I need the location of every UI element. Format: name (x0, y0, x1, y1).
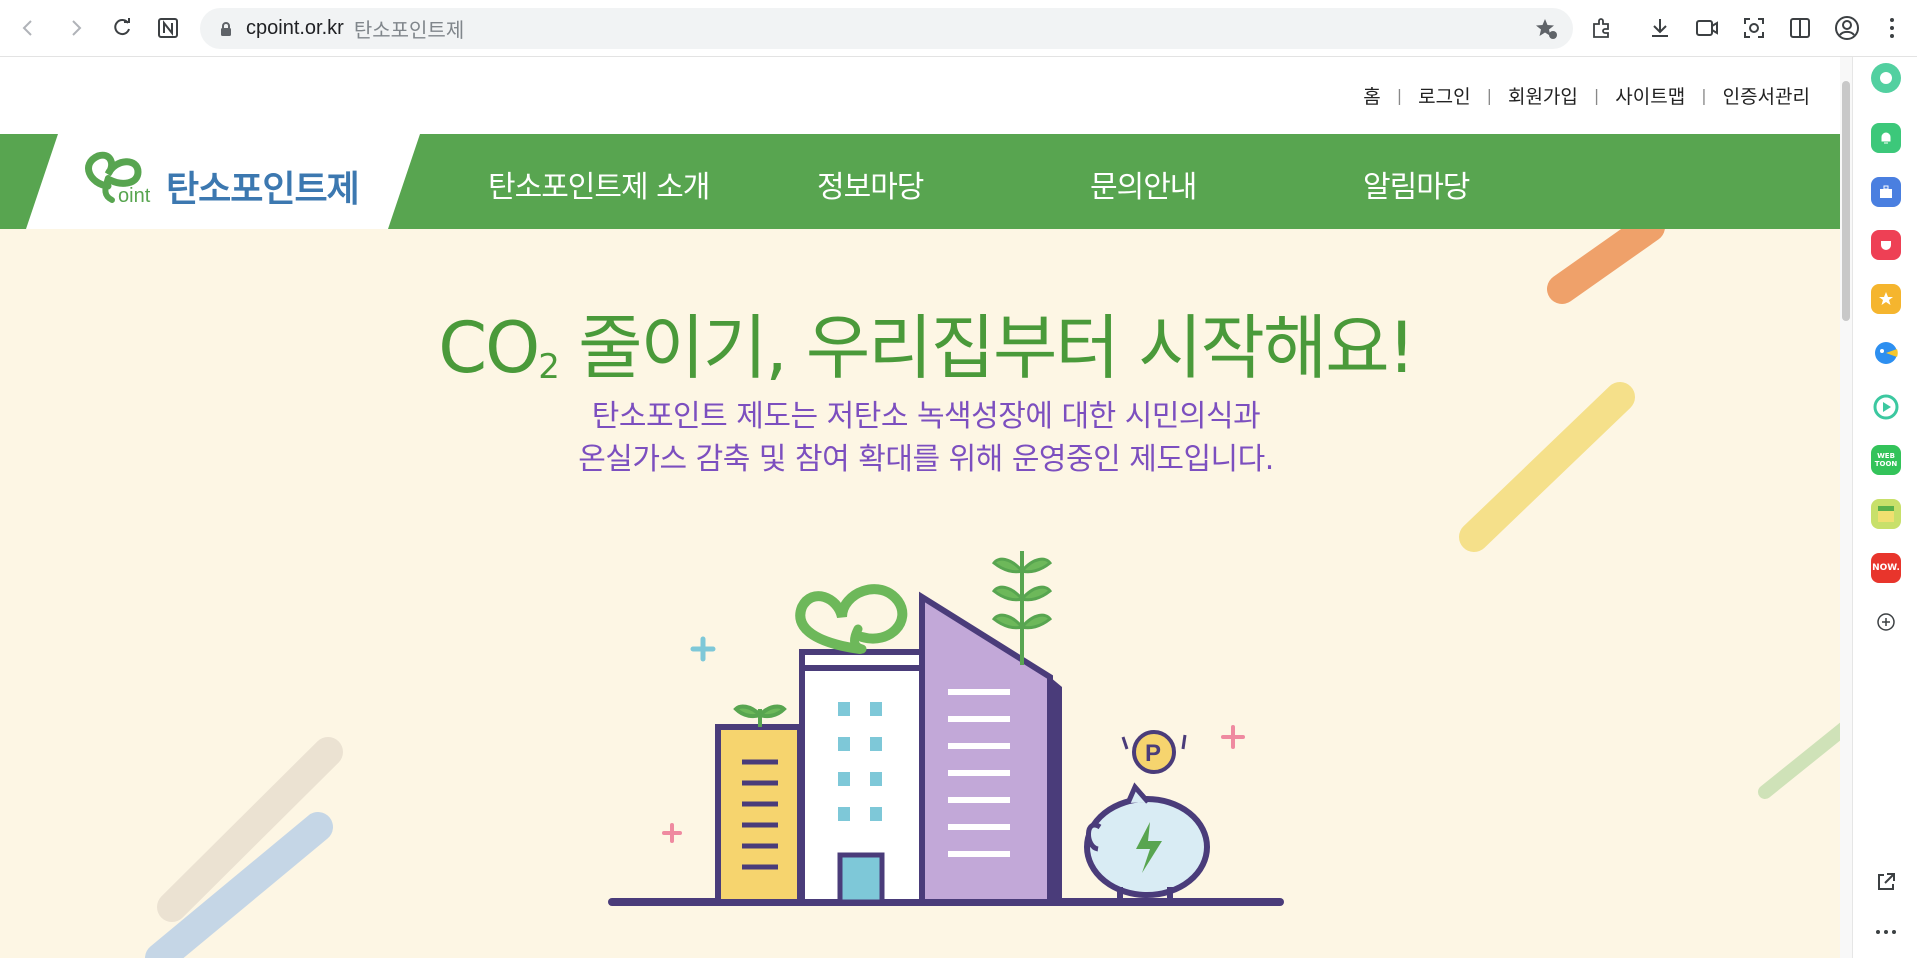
page-title-text: 탄소포인트제 (353, 18, 465, 42)
memo-icon[interactable] (1871, 499, 1901, 529)
favorites-star-icon[interactable] (1871, 284, 1901, 314)
menu-carbon-point-intro[interactable]: 탄소포인트제 소개 (488, 162, 710, 206)
separator: | (1593, 86, 1600, 105)
pocket-icon[interactable] (1871, 230, 1901, 260)
hero-title: CO2 줄이기, 우리집부터 시작해요! (438, 307, 1415, 389)
web-page: 홈 | 로그인 | 회원가입 | 사이트맵 | 인증서관리 oint 탄소포인트… (0, 57, 1852, 958)
hero-subtitle-line2: 온실가스 감축 및 참여 확대를 위해 운영중인 제도입니다. (578, 442, 1274, 477)
city-illustration: P (608, 551, 1284, 906)
notification-bell-icon[interactable] (1871, 123, 1901, 153)
signup-link[interactable]: 회원가입 (1508, 82, 1578, 109)
browser-sidebar: WEB TOON NOW. (1852, 57, 1917, 958)
split-view-icon[interactable] (1786, 14, 1814, 42)
svg-text:탄소포인트제: 탄소포인트제 (166, 169, 359, 210)
now-icon[interactable]: NOW. (1871, 553, 1901, 583)
profile-icon[interactable] (1833, 14, 1861, 42)
home-link[interactable]: 홈 (1363, 82, 1380, 109)
lock-icon (221, 21, 231, 36)
download-icon[interactable] (1646, 14, 1674, 42)
video-icon[interactable] (1693, 14, 1721, 42)
logo[interactable]: oint 탄소포인트제 (0, 134, 420, 229)
assistant-icon[interactable] (1871, 63, 1901, 93)
separator: | (1701, 86, 1707, 105)
papago-icon[interactable] (1871, 338, 1901, 368)
scrollbar-thumb[interactable] (1842, 81, 1850, 321)
certificate-link[interactable]: 인증서관리 (1723, 82, 1810, 109)
main-navigation: oint 탄소포인트제 탄소포인트제 소개 정보마당 문의안내 알림마당 (0, 134, 1852, 229)
menu-info[interactable]: 정보마당 (817, 162, 924, 206)
menu-inquiry[interactable]: 문의안내 (1090, 162, 1197, 206)
reload-icon[interactable] (106, 12, 138, 44)
extensions-icon[interactable] (1588, 14, 1616, 42)
bookmark-star-icon[interactable] (1535, 17, 1559, 41)
briefcase-icon[interactable] (1871, 177, 1901, 207)
sidebar-more-icon[interactable] (1871, 917, 1901, 947)
back-icon[interactable] (12, 12, 44, 44)
separator: | (1396, 86, 1403, 105)
more-menu-icon[interactable] (1878, 14, 1906, 42)
menu-notice[interactable]: 알림마당 (1363, 162, 1470, 206)
utility-bar: 홈 | 로그인 | 회원가입 | 사이트맵 | 인증서관리 (0, 57, 1840, 134)
forward-icon[interactable] (60, 12, 92, 44)
external-link-icon[interactable] (1871, 867, 1901, 897)
sitemap-link[interactable]: 사이트맵 (1615, 82, 1685, 109)
browser-toolbar: cpoint.or.kr 탄소포인트제 (0, 0, 1917, 57)
url-text: cpoint.or.kr (246, 17, 344, 39)
svg-text:oint: oint (118, 185, 151, 207)
utility-links: 홈 | 로그인 | 회원가입 | 사이트맵 | 인증서관리 (1363, 82, 1810, 109)
capture-icon[interactable] (1740, 14, 1768, 42)
coin-p-label: P (1145, 740, 1161, 767)
login-link[interactable]: 로그인 (1418, 82, 1470, 109)
scrollbar[interactable] (1840, 57, 1852, 958)
play-icon[interactable] (1871, 392, 1901, 422)
add-icon[interactable] (1871, 607, 1901, 637)
address-bar[interactable]: cpoint.or.kr 탄소포인트제 (200, 8, 1573, 49)
webtoon-icon[interactable]: WEB TOON (1871, 445, 1901, 475)
separator: | (1486, 86, 1492, 105)
hero-subtitle-line1: 탄소포인트 제도는 저탄소 녹색성장에 대한 시민의식과 (591, 399, 1261, 434)
naver-home-icon[interactable] (152, 12, 184, 44)
